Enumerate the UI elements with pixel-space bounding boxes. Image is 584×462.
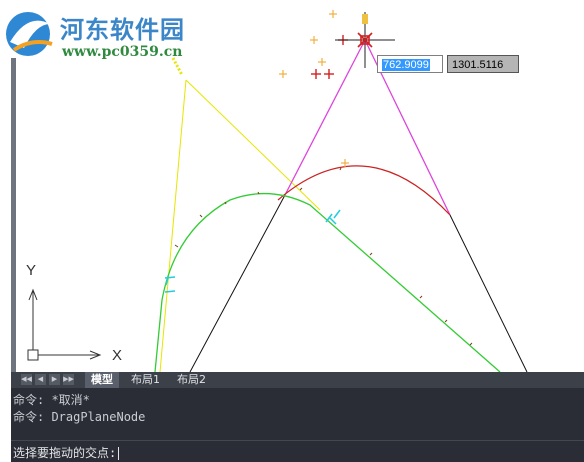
watermark-url: www.pc0359.cn [62, 44, 183, 60]
command-history-line: 命令: *取消* [13, 393, 90, 407]
ucs-icon [27, 288, 102, 361]
command-input[interactable]: 选择要拖动的交点: [11, 440, 584, 462]
yellow-line-right [185, 79, 321, 211]
tab-layout1[interactable]: 布局1 [125, 372, 166, 388]
prev-tab-button[interactable]: ◀ [35, 374, 46, 385]
first-tab-button[interactable]: ◀◀ [21, 374, 32, 385]
dynamic-input-y[interactable]: 1301.5116 [447, 55, 519, 73]
red-plus-markers [311, 35, 348, 79]
black-line-right [449, 214, 528, 372]
ucs-x-label: X [112, 347, 123, 364]
yellow-marker-top [362, 14, 368, 24]
black-line-left [189, 194, 286, 372]
cad-window: 河东软件园 www.pc0359.cn 762.9099 1301.5116 X… [0, 0, 584, 462]
command-prompt-text: 选择要拖动的交点: [13, 446, 117, 460]
text-cursor [118, 447, 120, 460]
ucs-y-label: Y [26, 262, 37, 279]
watermark-title: 河东软件园 [60, 15, 185, 44]
next-tab-button[interactable]: ▶ [49, 374, 60, 385]
yellow-line-left [159, 79, 187, 372]
command-window: 命令: *取消* 命令: DragPlaneNode 选择要拖动的交点: [11, 388, 584, 462]
orange-plus-markers [279, 10, 349, 167]
red-arc [277, 165, 451, 216]
tab-model[interactable]: 模型 [85, 372, 119, 388]
layout-tab-bar: ◀◀ ◀ ▶ ▶▶ 模型 布局1 布局2 [11, 372, 584, 388]
viewport-left-border [11, 58, 16, 372]
watermark: 河东软件园 www.pc0359.cn [2, 4, 212, 64]
dynamic-input-x[interactable]: 762.9099 [377, 55, 443, 73]
drawing-canvas[interactable]: 河东软件园 www.pc0359.cn 762.9099 1301.5116 X… [0, 0, 584, 372]
watermark-logo-icon [6, 12, 53, 56]
last-tab-button[interactable]: ▶▶ [63, 374, 74, 385]
command-prompt: 选择要拖动的交点: [13, 444, 120, 461]
command-history-line: 命令: DragPlaneNode [13, 410, 146, 424]
tab-layout2[interactable]: 布局2 [171, 372, 212, 388]
cyan-markers [164, 209, 341, 293]
dynamic-input-x-value: 762.9099 [382, 59, 430, 71]
